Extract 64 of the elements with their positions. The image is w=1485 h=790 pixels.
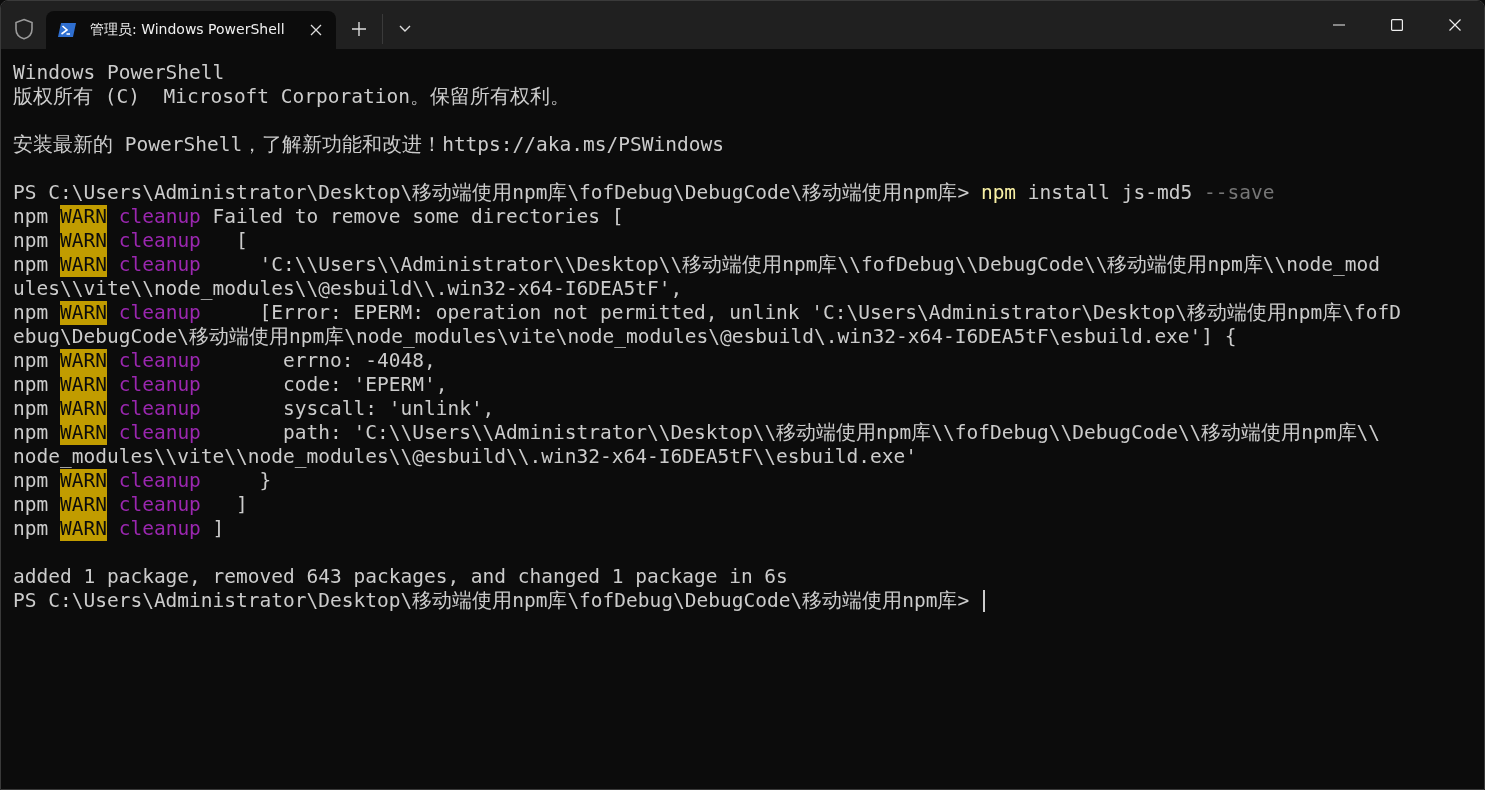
output-text: npm — [13, 229, 50, 253]
close-icon[interactable] — [1449, 19, 1461, 31]
log-prefix: cleanup — [117, 349, 201, 373]
output-text: [ — [235, 229, 248, 253]
command-name: npm — [980, 181, 1017, 205]
warn-label: WARN — [59, 349, 107, 373]
warn-label: WARN — [59, 253, 107, 277]
prompt-text: PS C:\Users\Administrator\Desktop\移动端使用npm库\fofDebug\DebugCode\移动端使用npm库> — [13, 589, 971, 613]
output-text: npm — [13, 421, 50, 445]
log-prefix: cleanup — [117, 301, 201, 325]
command-args: install js-md5 — [1026, 181, 1194, 205]
maximize-icon[interactable] — [1391, 19, 1403, 31]
log-prefix: cleanup — [117, 253, 201, 277]
output-text: 版权所有 (C) Microsoft Corporation。保留所有权利。 — [13, 85, 570, 109]
output-text: Failed to remove some directories [ — [211, 205, 624, 229]
log-prefix: cleanup — [117, 205, 201, 229]
output-text: [Error: EPERM: operation not permitted, unlink 'C:\Users\Administrator\Desktop\移动端使用npm库\fofD — [258, 301, 1401, 325]
output-text: npm — [13, 469, 50, 493]
output-text: npm — [13, 253, 50, 277]
warn-label: WARN — [59, 421, 107, 445]
output-text: node_modules\\vite\\node_modules\\@esbuild\\.win32-x64-I6DEA5tF\\esbuild.exe' — [13, 445, 917, 469]
output-text: npm — [13, 301, 50, 325]
warn-label: WARN — [59, 493, 107, 517]
output-text: npm — [13, 349, 50, 373]
output-text: added 1 package, removed 643 packages, and changed 1 package in 6s — [13, 565, 788, 589]
terminal-tab[interactable]: 管理员: Windows PowerShell — [46, 11, 336, 49]
output-text: ] — [211, 517, 225, 541]
output-text: npm — [13, 517, 50, 541]
warn-label: WARN — [59, 373, 107, 397]
log-prefix: cleanup — [117, 421, 201, 445]
output-text: Windows PowerShell — [13, 61, 225, 85]
output-text: ] — [235, 493, 248, 517]
warn-label: WARN — [59, 469, 107, 493]
command-option: --save — [1203, 181, 1275, 205]
output-text: syscall: 'unlink', — [282, 397, 495, 421]
warn-label: WARN — [59, 205, 107, 229]
prompt-text: PS C:\Users\Administrator\Desktop\移动端使用npm库\fofDebug\DebugCode\移动端使用npm库> — [13, 181, 971, 205]
output-text: npm — [13, 373, 50, 397]
log-prefix: cleanup — [117, 469, 201, 493]
log-prefix: cleanup — [117, 397, 201, 421]
warn-label: WARN — [59, 301, 107, 325]
output-text: } — [258, 469, 272, 493]
output-text: npm — [13, 493, 50, 517]
log-prefix: cleanup — [117, 229, 201, 253]
warn-label: WARN — [59, 229, 107, 253]
output-text: npm — [13, 205, 50, 229]
close-tab-icon[interactable] — [310, 24, 322, 36]
output-text: npm — [13, 397, 50, 421]
log-prefix: cleanup — [117, 517, 201, 541]
output-text: ules\\vite\\node_modules\\@esbuild\\.win32-x64-I6DEA5tF', — [13, 277, 683, 301]
new-tab-icon[interactable] — [352, 22, 366, 36]
output-text: 安装最新的 PowerShell，了解新功能和改进！https://aka.ms/PSWindows — [13, 133, 724, 157]
output-text: ebug\DebugCode\移动端使用npm库\node_modules\vite\node_modules\@esbuild\.win32-x64-I6DEA5tF\esbuild.exe'] { — [13, 325, 1237, 349]
log-prefix: cleanup — [117, 493, 201, 517]
powershell-icon — [58, 23, 76, 37]
warn-label: WARN — [59, 397, 107, 421]
chevron-down-icon[interactable] — [399, 25, 411, 33]
log-prefix: cleanup — [117, 373, 201, 397]
shield-icon — [14, 18, 34, 40]
output-text: code: 'EPERM', — [282, 373, 448, 397]
output-text: path: 'C:\\Users\\Administrator\\Desktop\\移动端使用npm库\\fofDebug\\DebugCode\\移动端使用npm库\\ — [282, 421, 1381, 445]
output-text: 'C:\\Users\\Administrator\\Desktop\\移动端使用npm库\\fofDebug\\DebugCode\\移动端使用npm库\\node_mod — [258, 253, 1381, 277]
warn-label: WARN — [59, 517, 107, 541]
output-text: errno: -4048, — [282, 349, 436, 373]
